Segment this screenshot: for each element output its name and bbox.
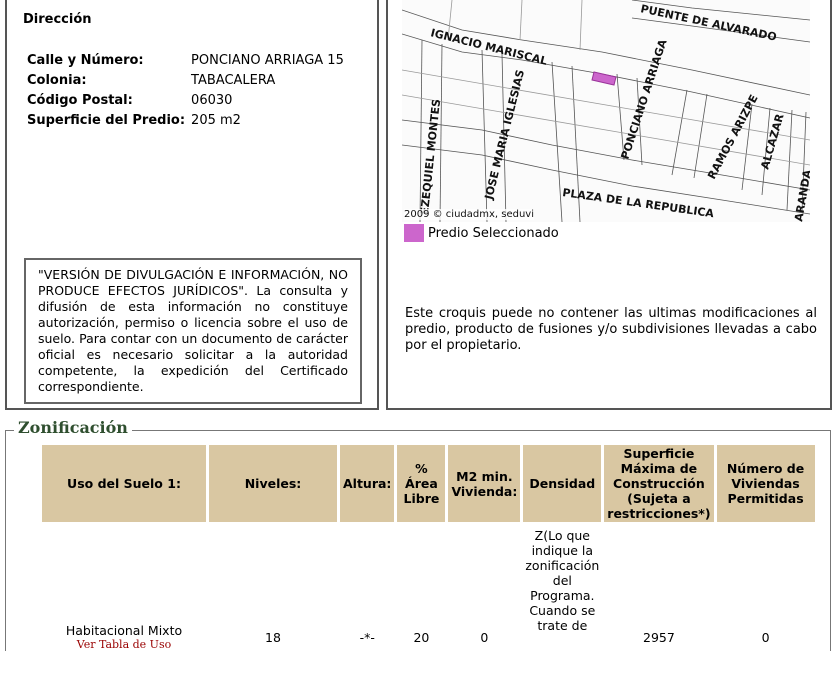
address-value: 06030 <box>191 92 233 108</box>
map-drawing: PUENTE DE ALVARADO IGNACIO MARISCAL EZEQ… <box>402 0 810 222</box>
zonificacion-table: Uso del Suelo 1: Niveles: Altura: % Área… <box>39 445 818 692</box>
ver-tabla-de-uso-link[interactable]: Ver Tabla de Uso <box>44 638 204 651</box>
map-credit: 2009 © ciudadmx, seduvi <box>404 209 535 220</box>
m2-min-cell: 0 <box>480 629 489 645</box>
direccion-panel: Dirección Calle y Número: PONCIANO ARRIA… <box>5 0 379 410</box>
map-panel: PUENTE DE ALVARADO IGNACIO MARISCAL EZEQ… <box>386 0 832 410</box>
address-value: 205 m2 <box>191 112 241 128</box>
address-row: Código Postal: 06030 <box>25 90 346 110</box>
address-row: Colonia: TABACALERA <box>25 70 346 90</box>
address-row: Superficie del Predio: 205 m2 <box>25 110 346 130</box>
col-header-altura: Altura: <box>340 445 395 522</box>
col-header-area-libre: % Área Libre <box>397 445 446 522</box>
address-value: TABACALERA <box>191 72 276 88</box>
address-label: Calle y Número: <box>27 52 144 68</box>
address-label: Superficie del Predio: <box>27 112 186 128</box>
address-row: Calle y Número: PONCIANO ARRIAGA 15 <box>25 50 346 70</box>
uso-cell: Habitacional Mixto Ver Tabla de Uso <box>42 522 206 692</box>
col-header-niveles: Niveles: <box>209 445 337 522</box>
niveles-cell: 18 <box>265 629 281 645</box>
densidad-cell: Z(Lo que indique la zonificación del Pro… <box>525 528 600 633</box>
legend-label: Predio Seleccionado <box>428 225 559 241</box>
address-table: Calle y Número: PONCIANO ARRIAGA 15 Colo… <box>25 50 346 130</box>
disclaimer-box: "VERSIÓN DE DIVULGACIÓN E INFORMACIÓN, N… <box>24 258 362 404</box>
col-header-m2-min: M2 min. Vivienda: <box>448 445 521 522</box>
zonificacion-title: Zonificación <box>14 418 132 437</box>
legend-swatch <box>404 224 424 242</box>
superficie-cell: 2957 <box>643 629 675 645</box>
zonificacion-header-row: Uso del Suelo 1: Niveles: Altura: % Área… <box>42 445 815 522</box>
uso-value: Habitacional Mixto <box>65 623 183 638</box>
col-header-uso: Uso del Suelo 1: <box>42 445 206 522</box>
address-label: Código Postal: <box>27 92 133 108</box>
address-label: Colonia: <box>27 72 87 88</box>
table-row: Habitacional Mixto Ver Tabla de Uso 18 -… <box>42 522 815 692</box>
address-value: PONCIANO ARRIAGA 15 <box>191 52 344 68</box>
croquis-note: Este croquis puede no contener las ultim… <box>405 306 817 353</box>
col-header-superficie: Superficie Máxima de Construcción (Sujet… <box>604 445 714 522</box>
viviendas-cell: 0 <box>761 629 770 645</box>
altura-cell: -*- <box>359 629 375 645</box>
col-header-densidad: Densidad <box>523 445 602 522</box>
col-header-viviendas: Número de Viviendas Permitidas <box>716 445 815 522</box>
direccion-title: Dirección <box>23 12 92 27</box>
street-map[interactable]: PUENTE DE ALVARADO IGNACIO MARISCAL EZEQ… <box>402 0 810 222</box>
area-libre-cell: 20 <box>413 629 430 645</box>
map-legend: Predio Seleccionado <box>404 224 559 242</box>
